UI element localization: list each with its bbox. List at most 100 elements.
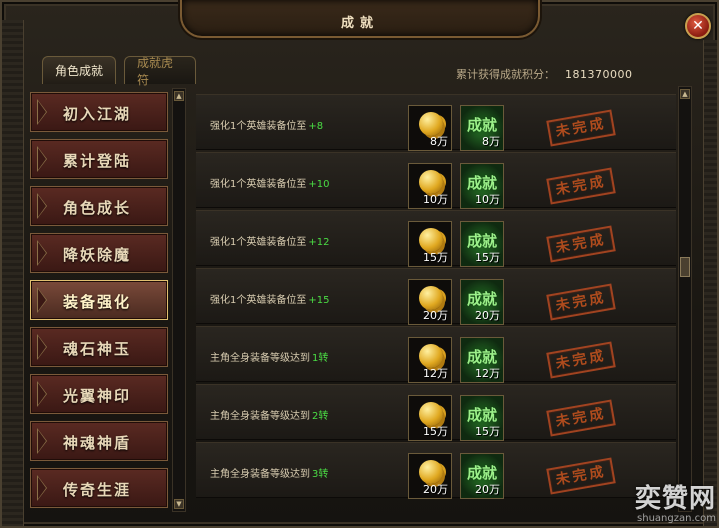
chevron-right-icon: [37, 146, 47, 172]
achievement-level: +15: [308, 295, 330, 306]
achievement-row: 强化1个英雄装备位至 +12 15万 成就 15万 未完成: [196, 210, 676, 267]
close-icon: ✕: [692, 18, 704, 34]
sidebar-item-label: 角色成长: [63, 199, 132, 217]
sidebar-item-label: 降妖除魔: [63, 246, 132, 264]
title-plate: 成就: [180, 0, 540, 38]
achievement-reward-slot[interactable]: 成就 8万: [460, 105, 504, 151]
incomplete-stamp: 未完成: [546, 399, 616, 437]
site-watermark: 奕赞网 shuangzan.com: [596, 478, 716, 524]
window-title: 成就: [340, 16, 379, 31]
sidebar-item-label: 魂石神玉: [63, 340, 132, 358]
coin-reward-slot[interactable]: 10万: [408, 163, 452, 209]
points-value: 181370000: [565, 68, 633, 81]
achievement-icon: 成就: [466, 290, 497, 308]
sidebar-item-label: 装备强化: [63, 293, 132, 311]
coin-reward-slot[interactable]: 20万: [408, 453, 452, 499]
sidebar-item-soulstone[interactable]: 魂石神玉: [30, 327, 168, 367]
incomplete-stamp: 未完成: [546, 167, 616, 205]
sidebar-item-wings[interactable]: 光翼神印: [30, 374, 168, 414]
sidebar-item-shield[interactable]: 神魂神盾: [30, 421, 168, 461]
achievement-desc: 强化1个英雄装备位至 +10: [210, 179, 330, 190]
watermark-url: shuangzan.com: [637, 513, 716, 524]
tab-role-achievements[interactable]: 角色成就: [42, 56, 116, 84]
achievement-icon: 成就: [466, 464, 497, 482]
chevron-right-icon: [37, 287, 47, 313]
achievement-row: 主角全身装备等级达到 1转 12万 成就 12万 未完成: [196, 326, 676, 383]
achievement-amount: 15万: [475, 251, 500, 264]
achievement-level: 3转: [312, 469, 329, 480]
achievement-reward-slot[interactable]: 成就 15万: [460, 395, 504, 441]
coin-reward-slot[interactable]: 20万: [408, 279, 452, 325]
sidebar-item-label: 初入江湖: [63, 105, 132, 123]
achievement-list: 强化1个英雄装备位至 +8 8万 成就 8万 未完成 强化1个英雄装备位至 +10 1…: [196, 94, 676, 500]
achievement-desc: 主角全身装备等级达到 3转: [210, 469, 329, 480]
achievement-row: 强化1个英雄装备位至 +15 20万 成就 20万 未完成: [196, 268, 676, 325]
chevron-right-icon: [37, 240, 47, 266]
coin-reward-slot[interactable]: 15万: [408, 395, 452, 441]
chevron-right-icon: [37, 475, 47, 501]
incomplete-stamp: 未完成: [546, 225, 616, 263]
achievement-level: 2转: [312, 411, 329, 422]
coin-reward-slot[interactable]: 15万: [408, 221, 452, 267]
achievement-level: 1转: [312, 353, 329, 364]
sidebar-item-label: 累计登陆: [63, 152, 132, 170]
sidebar-item-legend-career[interactable]: 传奇生涯: [30, 468, 168, 508]
achievement-amount: 8万: [482, 135, 500, 148]
sidebar-item-growth[interactable]: 角色成长: [30, 186, 168, 226]
achievement-row: 主角全身装备等级达到 2转 15万 成就 15万 未完成: [196, 384, 676, 441]
chevron-right-icon: [37, 334, 47, 360]
achievement-level: +12: [308, 237, 330, 248]
achievement-amount: 15万: [475, 425, 500, 438]
chevron-right-icon: [37, 99, 47, 125]
achievement-icon: 成就: [466, 174, 497, 192]
coin-amount: 15万: [423, 251, 448, 264]
achievement-row: 强化1个英雄装备位至 +10 10万 成就 10万 未完成: [196, 152, 676, 209]
chevron-right-icon: [37, 381, 47, 407]
achievement-amount: 10万: [475, 193, 500, 206]
coin-amount: 20万: [423, 309, 448, 322]
achievement-reward-slot[interactable]: 成就 12万: [460, 337, 504, 383]
achievement-level: +10: [308, 179, 330, 190]
window-right-border: [703, 40, 717, 526]
coin-reward-slot[interactable]: 8万: [408, 105, 452, 151]
achievement-icon: 成就: [466, 232, 497, 250]
close-button[interactable]: ✕: [685, 13, 711, 39]
chevron-right-icon: [37, 193, 47, 219]
achievement-reward-slot[interactable]: 成就 10万: [460, 163, 504, 209]
sidebar-item-label: 光翼神印: [63, 387, 132, 405]
coin-reward-slot[interactable]: 12万: [408, 337, 452, 383]
incomplete-stamp: 未完成: [546, 283, 616, 321]
sidebar-item-login[interactable]: 累计登陆: [30, 139, 168, 179]
sidebar-scrollbar[interactable]: ▲ ▼: [172, 88, 186, 512]
achievement-desc: 主角全身装备等级达到 2转: [210, 411, 329, 422]
achievement-icon: 成就: [466, 116, 497, 134]
coin-amount: 10万: [423, 193, 448, 206]
watermark-logo: 奕赞网: [634, 484, 716, 514]
achievement-desc: 强化1个英雄装备位至 +8: [210, 121, 324, 132]
achievement-reward-slot[interactable]: 成就 20万: [460, 279, 504, 325]
sidebar-item-demon-slaying[interactable]: 降妖除魔: [30, 233, 168, 273]
achievement-reward-slot[interactable]: 成就 20万: [460, 453, 504, 499]
achievement-amount: 20万: [475, 309, 500, 322]
sidebar-item-label: 传奇生涯: [63, 481, 132, 499]
sidebar-item-label: 神魂神盾: [63, 434, 132, 452]
achievement-desc: 强化1个英雄装备位至 +12: [210, 237, 330, 248]
scroll-up-icon[interactable]: ▲: [174, 91, 184, 101]
achievement-reward-slot[interactable]: 成就 15万: [460, 221, 504, 267]
sidebar-item-first-steps[interactable]: 初入江湖: [30, 92, 168, 132]
coin-amount: 8万: [430, 135, 448, 148]
achievement-icon: 成就: [466, 406, 497, 424]
achievement-level: +8: [308, 121, 324, 132]
sidebar-item-equipment-enhance[interactable]: 装备强化: [30, 280, 168, 320]
coin-amount: 12万: [423, 367, 448, 380]
scroll-up-icon[interactable]: ▲: [680, 89, 690, 99]
achievement-amount: 12万: [475, 367, 500, 380]
points-label: 累计获得成就积分：: [456, 68, 555, 81]
scroll-down-icon[interactable]: ▼: [174, 499, 184, 509]
list-scrollbar[interactable]: ▲: [678, 86, 692, 512]
achievement-icon: 成就: [466, 348, 497, 366]
achievement-row: 强化1个英雄装备位至 +8 8万 成就 8万 未完成: [196, 94, 676, 151]
coin-amount: 15万: [423, 425, 448, 438]
scroll-thumb[interactable]: [680, 257, 690, 277]
tab-achievement-tally[interactable]: 成就虎符: [124, 56, 196, 87]
